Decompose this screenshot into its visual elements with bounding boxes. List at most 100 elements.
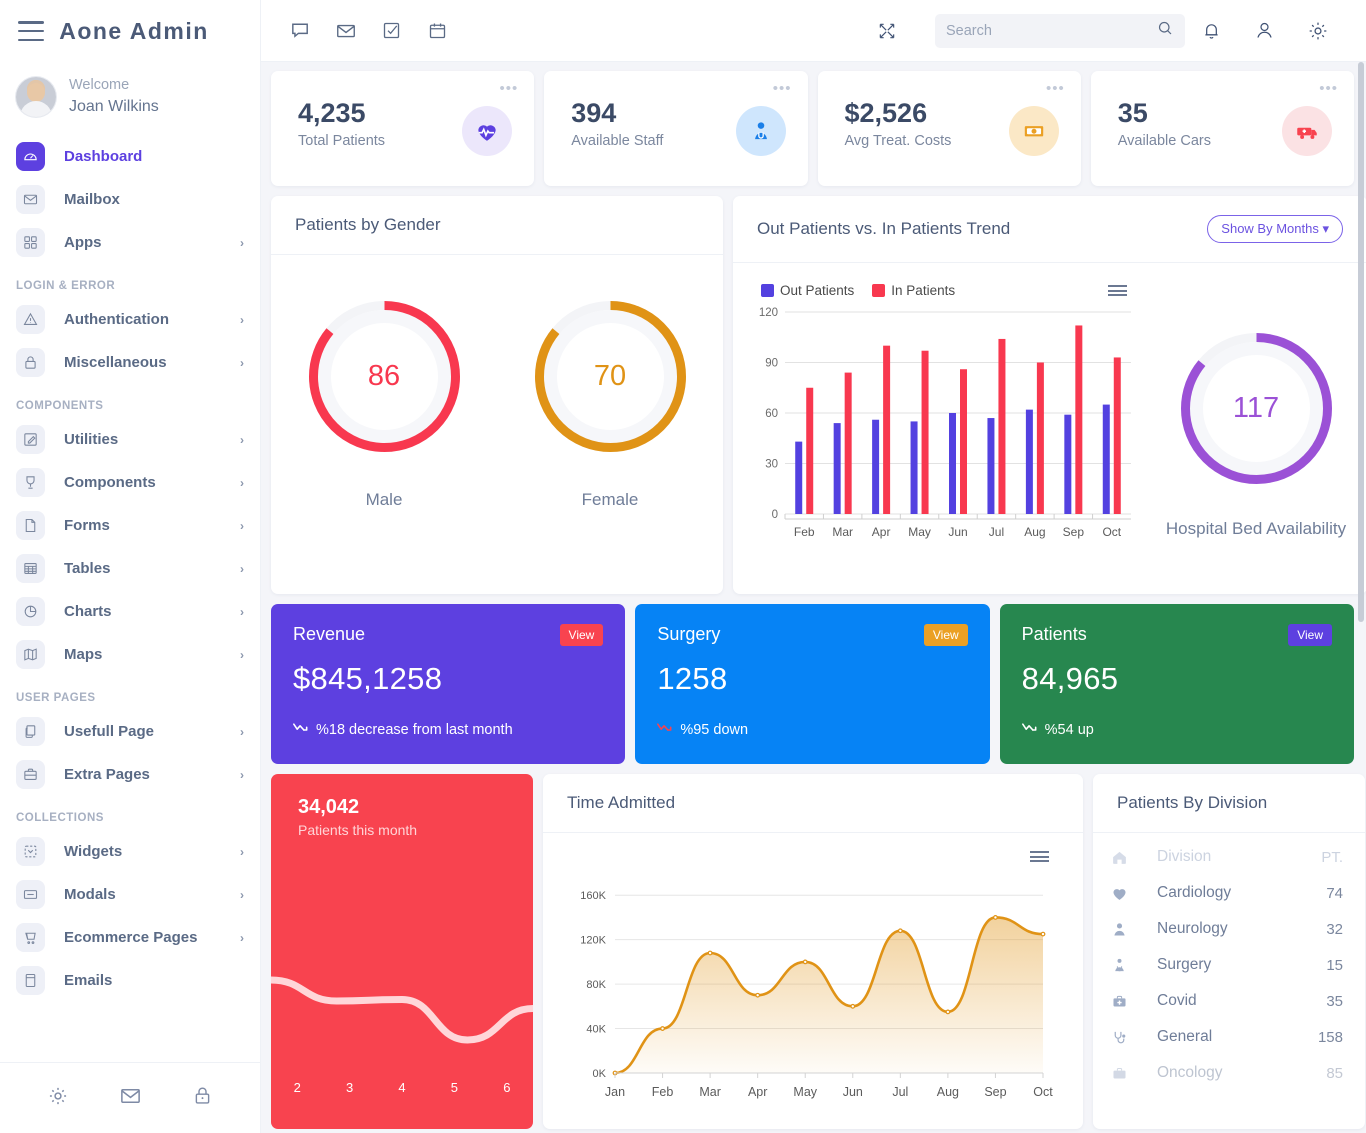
dropdown-label: Show By Months bbox=[1221, 221, 1319, 236]
sidebar-item-maps[interactable]: Maps › bbox=[0, 635, 260, 674]
legend-in-patients[interactable]: In Patients bbox=[872, 283, 955, 298]
trend-title: Out Patients vs. In Patients Trend bbox=[757, 219, 1010, 239]
svg-text:Jul: Jul bbox=[989, 525, 1004, 539]
division-name: General bbox=[1147, 1028, 1318, 1046]
sidebar-item-modals[interactable]: Modals› bbox=[0, 875, 260, 914]
male-gauge-label: Male bbox=[366, 490, 403, 510]
division-title: Patients By Division bbox=[1117, 793, 1267, 813]
gauge-male: 86 Male bbox=[271, 289, 497, 510]
chat-bubble-icon[interactable] bbox=[289, 19, 335, 42]
division-table: DivisionPT.Cardiology74Neurology32Surger… bbox=[1093, 833, 1365, 1091]
sidebar-item-tables[interactable]: Tables› bbox=[0, 549, 260, 588]
user-icon[interactable] bbox=[1238, 20, 1291, 41]
sidebar-item-apps[interactable]: Apps› bbox=[0, 223, 260, 262]
sidebar-item-usefull-page[interactable]: Usefull Page› bbox=[0, 712, 260, 751]
svg-text:Feb: Feb bbox=[652, 1085, 674, 1099]
search-box[interactable] bbox=[935, 14, 1185, 48]
table-row[interactable]: Oncology85 bbox=[1093, 1055, 1365, 1091]
metric-title: Surgery bbox=[657, 624, 720, 645]
search-input[interactable] bbox=[946, 23, 1156, 39]
sidebar-item-miscellaneous[interactable]: Miscellaneous› bbox=[0, 343, 260, 382]
hamburger-menu-icon[interactable] bbox=[1030, 851, 1049, 862]
table-row[interactable]: Surgery15 bbox=[1093, 947, 1365, 983]
sidebar-item-dashboard[interactable]: Dashboard bbox=[0, 137, 260, 176]
metric-card: PatientsView84,965%54 up bbox=[1000, 604, 1354, 764]
stat-label: Avg Treat. Costs bbox=[845, 133, 952, 149]
checklist-icon[interactable] bbox=[381, 20, 427, 41]
division-patient-count: 15 bbox=[1326, 957, 1343, 974]
svg-text:30: 30 bbox=[765, 459, 778, 471]
chevron-right-icon: › bbox=[240, 888, 244, 902]
sidebar-item-label: Maps bbox=[64, 646, 221, 663]
calendar-icon[interactable] bbox=[427, 20, 473, 41]
table-row[interactable]: General158 bbox=[1093, 1019, 1365, 1055]
gauge-female: 70 Female bbox=[497, 289, 723, 510]
padlock-icon[interactable] bbox=[192, 1085, 213, 1111]
hospital-bed-gauge: 117 Hospital Bed Availability bbox=[1145, 277, 1366, 594]
view-button[interactable]: View bbox=[1288, 624, 1332, 646]
legend-swatch bbox=[761, 284, 774, 297]
stat-value: $2,526 bbox=[845, 97, 952, 131]
bell-icon[interactable] bbox=[1185, 20, 1238, 41]
metric-title: Revenue bbox=[293, 624, 365, 645]
hamburger-menu-icon[interactable] bbox=[1108, 285, 1127, 296]
sidebar-section-title: COMPONENTS bbox=[0, 386, 260, 420]
legend-out-patients[interactable]: Out Patients bbox=[761, 283, 854, 298]
app-root: Aone Admin Welcome Joan Wilkins Dashboar… bbox=[0, 0, 1366, 1133]
home-icon bbox=[1111, 849, 1147, 866]
trend-down-icon bbox=[657, 721, 672, 738]
table-row[interactable]: Cardiology74 bbox=[1093, 875, 1365, 911]
sidebar-item-widgets[interactable]: Widgets› bbox=[0, 832, 260, 871]
sidebar-item-authentication[interactable]: Authentication› bbox=[0, 300, 260, 339]
patients-by-gender-card: Patients by Gender 86 bbox=[271, 196, 723, 594]
dashboard-content: •••4,235Total Patients•••394Available St… bbox=[261, 62, 1366, 1133]
sidebar-item-mailbox[interactable]: Mailbox bbox=[0, 180, 260, 219]
search-icon[interactable] bbox=[1156, 19, 1174, 42]
scrollbar-thumb[interactable] bbox=[1358, 62, 1364, 622]
metric-value: 84,965 bbox=[1022, 661, 1332, 697]
sidebar-toggle-icon[interactable] bbox=[18, 21, 44, 41]
bar-chart-container: Out Patients In Patients 0306090120FebMa… bbox=[733, 277, 1145, 594]
page-scrollbar[interactable] bbox=[1359, 62, 1365, 1133]
table-row[interactable]: Covid35 bbox=[1093, 983, 1365, 1019]
gender-gauges: 86 Male 70 bbox=[271, 255, 723, 510]
gear-icon[interactable] bbox=[1291, 20, 1344, 42]
fullscreen-expand-icon[interactable] bbox=[860, 21, 913, 41]
time-admitted-title: Time Admitted bbox=[567, 793, 675, 813]
card-menu-icon[interactable]: ••• bbox=[1319, 84, 1338, 93]
card-menu-icon[interactable]: ••• bbox=[773, 84, 792, 93]
envelope-icon[interactable] bbox=[335, 20, 381, 42]
sidebar-item-charts[interactable]: Charts› bbox=[0, 592, 260, 631]
briefcase-icon bbox=[16, 760, 45, 789]
sidebar-item-ecommerce-pages[interactable]: Ecommerce Pages› bbox=[0, 918, 260, 957]
sidebar-item-label: Widgets bbox=[64, 843, 221, 860]
heart-icon bbox=[1111, 885, 1147, 902]
svg-text:Apr: Apr bbox=[748, 1085, 767, 1099]
svg-text:Apr: Apr bbox=[872, 525, 891, 539]
table-row[interactable]: Neurology32 bbox=[1093, 911, 1365, 947]
chevron-down-icon: ▾ bbox=[1322, 221, 1329, 236]
show-by-months-dropdown[interactable]: Show By Months ▾ bbox=[1207, 215, 1343, 243]
stat-cards-row: •••4,235Total Patients•••394Available St… bbox=[271, 71, 1354, 186]
metric-value: $845,1258 bbox=[293, 661, 603, 697]
sidebar-item-emails[interactable]: Emails bbox=[0, 961, 260, 1000]
metric-card: RevenueView$845,1258%18 decrease from la… bbox=[271, 604, 625, 764]
sidebar-item-forms[interactable]: Forms› bbox=[0, 506, 260, 545]
card-menu-icon[interactable]: ••• bbox=[499, 84, 518, 93]
view-button[interactable]: View bbox=[924, 624, 968, 646]
trend-body: Out Patients In Patients 0306090120FebMa… bbox=[733, 263, 1366, 594]
sidebar-item-utilities[interactable]: Utilities› bbox=[0, 420, 260, 459]
sidebar-item-components[interactable]: Components› bbox=[0, 463, 260, 502]
envelope-icon[interactable] bbox=[119, 1084, 142, 1112]
user-profile[interactable]: Welcome Joan Wilkins bbox=[0, 62, 260, 135]
chevron-right-icon: › bbox=[240, 356, 244, 370]
chevron-right-icon: › bbox=[240, 648, 244, 662]
sidebar-item-extra-pages[interactable]: Extra Pages› bbox=[0, 755, 260, 794]
stat-value: 4,235 bbox=[298, 97, 385, 131]
card-menu-icon[interactable]: ••• bbox=[1046, 84, 1065, 93]
svg-text:Jan: Jan bbox=[605, 1085, 625, 1099]
view-button[interactable]: View bbox=[560, 624, 604, 646]
trend-down-icon bbox=[1022, 721, 1037, 738]
chevron-right-icon: › bbox=[240, 433, 244, 447]
gear-icon[interactable] bbox=[47, 1085, 69, 1112]
